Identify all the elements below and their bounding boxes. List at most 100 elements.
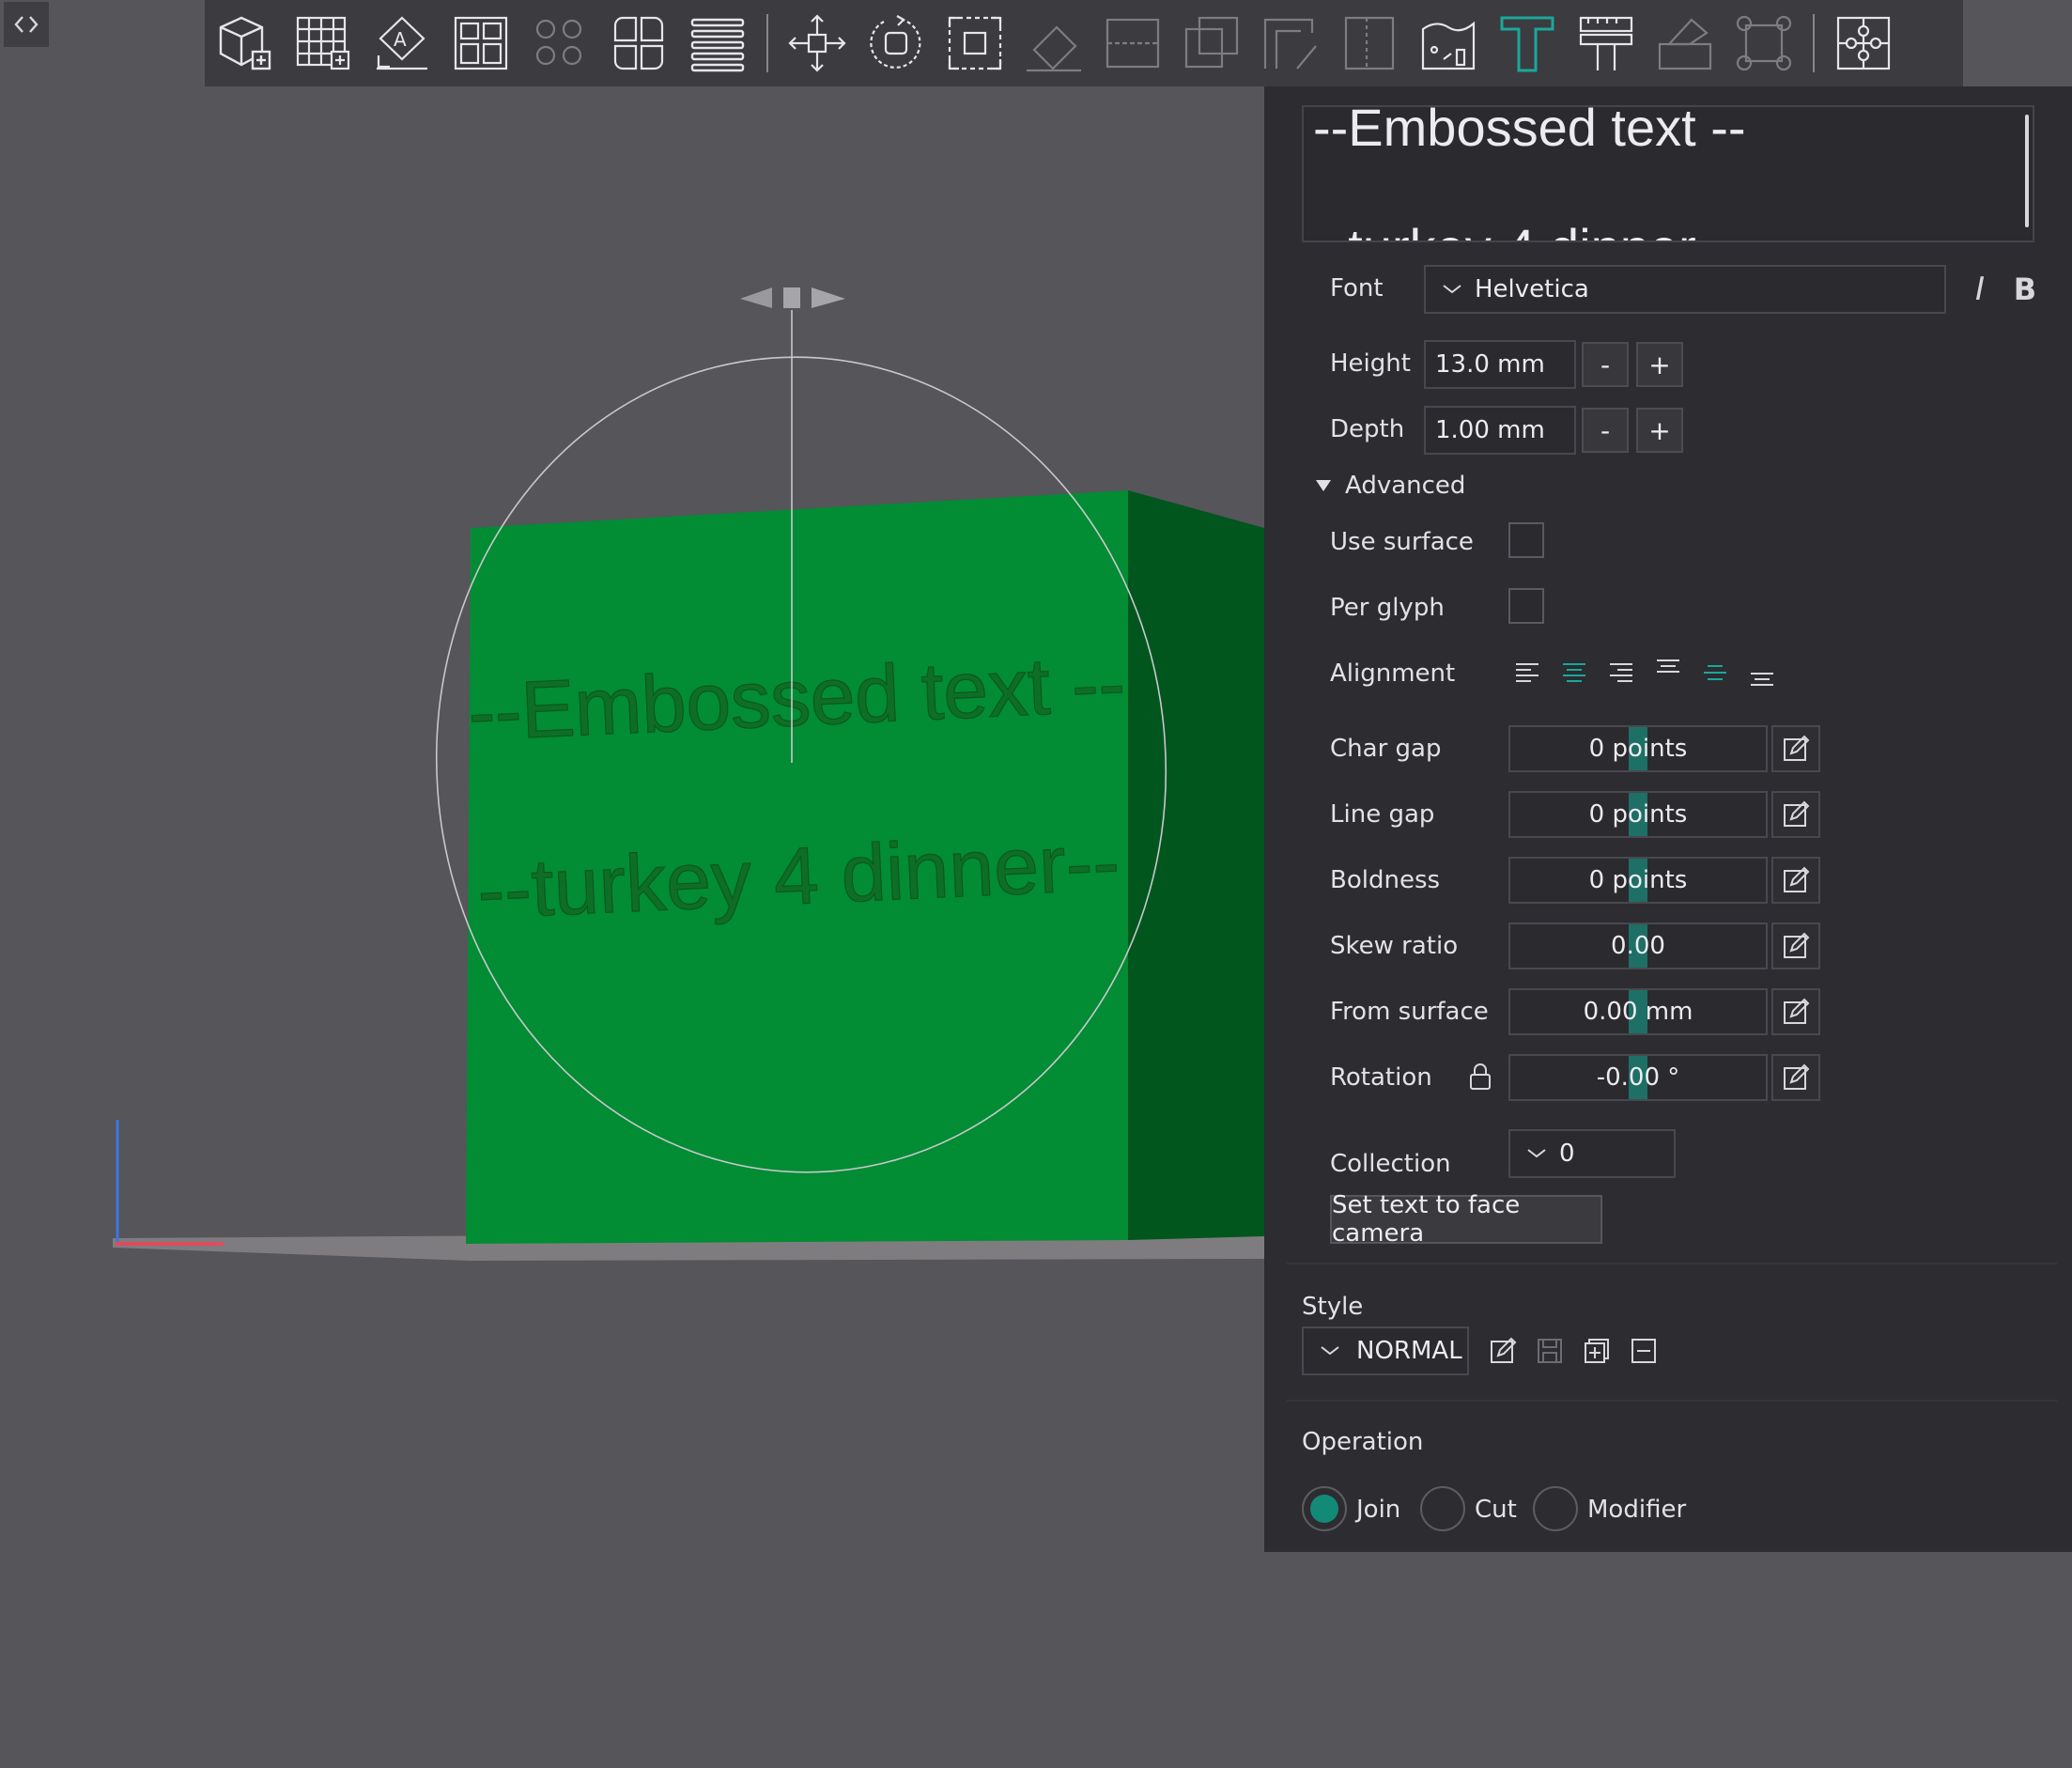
align-left-button[interactable] [1508,654,1546,691]
edit-icon [1784,932,1810,958]
style-value: NORMAL [1356,1337,1462,1365]
lay-on-face-button[interactable] [1014,4,1093,83]
fuzzy-skin-icon [1421,21,1476,70]
chevron-down-icon [1527,1149,1546,1158]
operation-modifier-radio[interactable] [1533,1486,1578,1531]
style-rename-button[interactable] [1484,1332,1522,1370]
depth-value: 1.00 mm [1435,416,1545,444]
align-center-icon [1563,663,1585,682]
assembly-icon [1658,18,1712,70]
lock-icon [1470,1063,1491,1090]
rotation-lock-button[interactable] [1461,1058,1499,1095]
add-cube-button[interactable] [205,4,284,83]
align-middle-icon [1704,665,1726,680]
auto-orient-button[interactable]: A [363,4,441,83]
rotate-button[interactable] [857,4,935,83]
style-label: Style [1302,1293,1364,1321]
text-editor[interactable]: --Embossed text -- --turkey 4 dinner-- [1302,105,2034,242]
style-remove-button[interactable] [1625,1332,1662,1370]
split-objects-button[interactable] [520,4,599,83]
operation-join-radio[interactable] [1302,1486,1347,1531]
edit-icon [1784,998,1810,1024]
assembly-button[interactable] [1646,4,1724,83]
align-middle-button[interactable] [1696,654,1734,691]
triangle-down-icon [1316,480,1331,491]
style-save-button[interactable] [1531,1332,1569,1370]
font-value: Helvetica [1475,275,1589,303]
line-gap-slider[interactable]: 0 points [1508,791,1768,838]
font-select[interactable]: Helvetica [1424,265,1946,314]
depth-decrease-button[interactable]: - [1582,408,1629,453]
brim-ears-button[interactable] [1724,4,1803,83]
fuzzy-skin-button[interactable] [1409,4,1488,83]
move-arrow-handle[interactable] [740,287,845,308]
height-decrease-button[interactable]: - [1582,342,1629,387]
depth-label: Depth [1330,415,1405,443]
use-surface-checkbox[interactable] [1508,522,1544,558]
align-bottom-button[interactable] [1743,658,1781,695]
char-gap-edit-button[interactable] [1771,725,1820,772]
italic-button[interactable]: I [1961,271,1999,308]
line-gap-edit-button[interactable] [1771,791,1820,838]
split-parts-button[interactable] [599,4,678,83]
char-gap-slider[interactable]: 0 points [1508,725,1768,772]
align-top-button[interactable] [1649,650,1687,688]
text-tool-icon [1500,16,1554,72]
plus-icon: + [1648,414,1671,446]
align-bottom-icon [1751,673,1773,686]
boldness-edit-button[interactable] [1771,857,1820,904]
emboss-text-panel: --Embossed text -- --turkey 4 dinner-- F… [1264,86,2072,1552]
style-add-button[interactable] [1578,1332,1616,1370]
cut-button[interactable] [1093,4,1172,83]
lay-on-face-icon [1027,25,1081,72]
advanced-toggle[interactable]: Advanced [1315,472,1465,500]
puzzle-button[interactable] [1824,4,1903,83]
collapse-sidebar-button[interactable] [4,2,49,47]
align-center-button[interactable] [1555,654,1593,691]
depth-increase-button[interactable]: + [1636,408,1683,453]
edit-icon [1784,800,1810,827]
height-input[interactable]: 13.0 mm [1424,340,1576,389]
style-select[interactable]: NORMAL [1302,1326,1469,1375]
seam-paint-icon [1344,16,1395,70]
rotation-edit-button[interactable] [1771,1054,1820,1101]
skew-ratio-edit-button[interactable] [1771,923,1820,969]
add-plate-grid-icon [296,16,350,70]
from-surface-slider[interactable]: 0.00 mm [1508,988,1768,1035]
support-paint-button[interactable] [1251,4,1330,83]
move-button[interactable] [778,4,857,83]
seam-paint-button[interactable] [1330,4,1409,83]
operation-modifier-label: Modifier [1587,1496,1687,1524]
layers-button[interactable] [678,4,757,83]
text-tool-button[interactable] [1488,4,1567,83]
editor-line-1: --Embossed text -- [1313,105,1746,157]
from-surface-edit-button[interactable] [1771,988,1820,1035]
add-plate-button[interactable] [284,4,363,83]
per-glyph-checkbox[interactable] [1508,588,1544,624]
depth-input[interactable]: 1.00 mm [1424,406,1576,455]
support-paint-icon [1263,18,1317,70]
cube-side-face [1128,490,1264,1240]
scale-button[interactable] [935,4,1014,83]
arrange-button[interactable] [441,4,520,83]
chevron-down-icon [1443,285,1461,294]
editor-scrollbar[interactable] [2025,115,2029,227]
height-value: 13.0 mm [1435,350,1545,379]
bold-button[interactable]: B [2006,271,2044,308]
height-increase-button[interactable]: + [1636,342,1683,387]
boldness-slider[interactable]: 0 points [1508,857,1768,904]
divider [1287,1400,2057,1402]
font-label: Font [1330,274,1384,302]
edit-icon [1784,735,1810,761]
advanced-label: Advanced [1345,472,1466,500]
operation-label: Operation [1302,1428,1424,1456]
operation-cut-radio[interactable] [1420,1486,1465,1531]
mesh-boolean-button[interactable] [1172,4,1251,83]
face-camera-button[interactable]: Set text to face camera [1330,1191,1602,1248]
rotation-slider[interactable]: -0.00 ° [1508,1054,1768,1101]
operation-join-label: Join [1356,1496,1401,1524]
measure-button[interactable] [1567,4,1646,83]
skew-ratio-slider[interactable]: 0.00 [1508,923,1768,969]
align-right-button[interactable] [1602,654,1640,691]
collection-select[interactable]: 0 [1508,1129,1676,1178]
